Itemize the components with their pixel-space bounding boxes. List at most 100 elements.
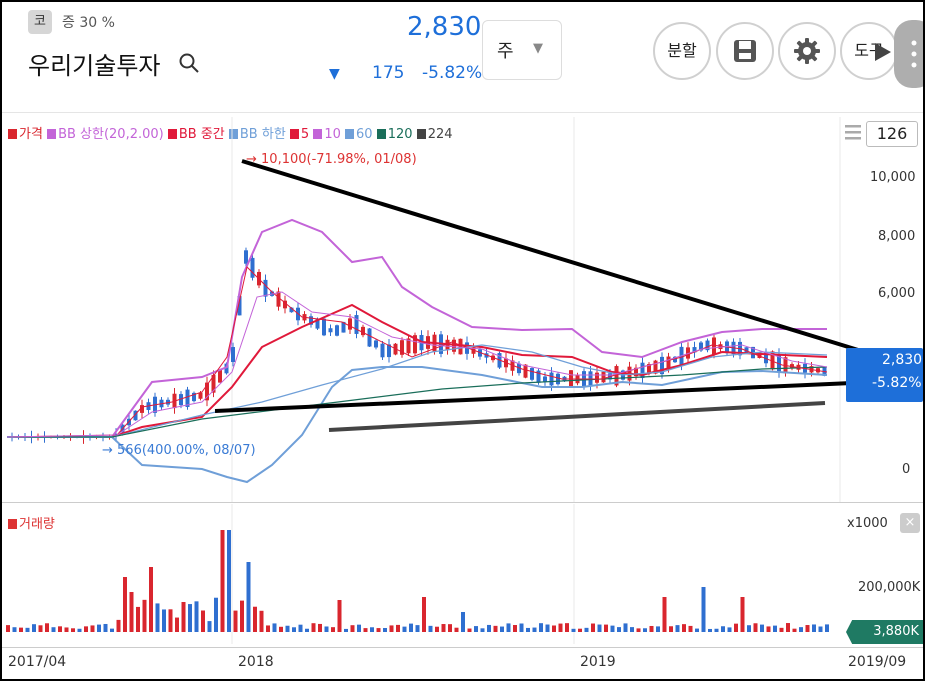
volume-bar	[773, 625, 777, 632]
volume-bar	[467, 628, 472, 632]
volume-bar	[623, 623, 628, 632]
volume-bar	[370, 627, 374, 632]
candle	[601, 371, 606, 383]
volume-bar	[324, 626, 329, 632]
price-tag-price: 2,830	[882, 352, 923, 368]
volume-bar	[578, 628, 582, 632]
volume-bar	[318, 623, 322, 632]
volume-bar	[584, 627, 589, 632]
volume-bar	[656, 626, 660, 632]
volume-bar	[201, 610, 205, 632]
volume-chart[interactable]	[2, 504, 842, 644]
volume-bar	[25, 627, 30, 632]
volume-bar	[214, 597, 218, 632]
volume-bar	[181, 602, 186, 632]
volume-bar	[129, 592, 134, 632]
volume-bar	[415, 625, 420, 632]
candle	[530, 368, 534, 380]
volume-bar	[409, 623, 413, 632]
volume-bar	[6, 625, 10, 632]
volume-bar	[357, 624, 361, 632]
volume-bar	[591, 623, 595, 632]
market-badge: 코	[28, 10, 52, 34]
volume-bar	[630, 627, 634, 632]
volume-bar	[12, 627, 17, 632]
ma10-line	[6, 291, 828, 438]
candle	[549, 372, 554, 386]
volume-bar	[422, 597, 426, 632]
candle	[354, 315, 359, 334]
volume-bar	[246, 562, 251, 632]
volume-axis-label: 200,000K	[858, 580, 921, 595]
header-divider	[2, 112, 923, 113]
volume-bar	[311, 623, 316, 632]
volume-bar	[669, 626, 673, 632]
volume-bar	[688, 625, 693, 632]
arrow-right-icon[interactable]	[870, 40, 894, 64]
volume-bar	[168, 609, 173, 632]
volume-bar	[97, 624, 101, 632]
volume-bar	[812, 624, 816, 632]
volume-bar	[344, 628, 348, 632]
period-select[interactable]: 주 ▼	[482, 20, 562, 80]
volume-unit: x1000	[847, 516, 888, 531]
volume-bar	[396, 624, 400, 632]
chart-screen: 코 증 30 % 우리기술투자 2,830 ▼ 175 -5.82% 주 ▼ 분…	[0, 0, 925, 681]
volume-bar	[64, 627, 69, 632]
volume-bar	[116, 619, 121, 632]
close-volume-button[interactable]: ×	[900, 513, 920, 533]
volume-bar	[506, 623, 511, 632]
volume-bar	[363, 628, 368, 632]
more-button[interactable]	[894, 20, 923, 88]
volume-bar	[617, 627, 621, 632]
volume-bar	[799, 627, 803, 632]
volume-bar	[45, 623, 49, 632]
volume-bar	[376, 628, 381, 632]
volume-bar	[734, 623, 738, 632]
volume-bars	[6, 530, 829, 632]
trendline-resistance	[241, 159, 869, 355]
volume-bar	[539, 623, 543, 632]
down-arrow-icon: ▼	[329, 66, 340, 82]
volume-bar	[188, 604, 192, 632]
high-annotation: → 10,100(-71.98%, 01/08)	[246, 152, 417, 167]
current-price: 2,830	[407, 12, 482, 42]
volume-bar	[480, 628, 485, 632]
date-label: 2017/04	[8, 654, 67, 670]
volume-bar	[272, 623, 277, 632]
volume-bar	[292, 627, 296, 632]
date-axis-line	[2, 647, 923, 648]
search-icon[interactable]	[178, 52, 200, 74]
volume-bar	[753, 623, 758, 632]
volume-bar	[714, 628, 719, 632]
volume-bar	[597, 624, 602, 632]
volume-bar	[461, 612, 465, 632]
settings-button[interactable]	[778, 22, 836, 80]
candle	[198, 392, 203, 399]
panel-divider	[2, 502, 923, 503]
volume-bar	[727, 627, 732, 632]
volume-bar	[207, 621, 212, 632]
volume-bar	[545, 624, 550, 632]
volume-bar	[454, 627, 459, 632]
volume-bar	[493, 625, 498, 632]
candle	[263, 279, 268, 297]
volume-bar	[825, 624, 829, 632]
price-chart[interactable]: → 10,100(-71.98%, 01/08) → 566(400.00%, …	[2, 117, 923, 502]
volume-bar	[331, 627, 335, 632]
volume-bar	[32, 624, 36, 632]
volume-bar	[298, 624, 303, 632]
save-button[interactable]	[716, 22, 774, 80]
price-axis-label: 6,000	[878, 286, 916, 301]
volume-bar	[818, 626, 823, 632]
stock-name[interactable]: 우리기술투자	[28, 46, 160, 81]
price-tag-percent: -5.82%	[872, 375, 922, 391]
volume-bar	[51, 627, 56, 632]
volume-bar	[266, 625, 270, 632]
volume-bar	[305, 628, 309, 632]
change-amount: 175	[372, 63, 405, 83]
split-button[interactable]: 분할	[653, 22, 711, 80]
volume-bar	[721, 626, 725, 632]
period-value: 주	[497, 41, 514, 62]
candle	[322, 318, 326, 336]
